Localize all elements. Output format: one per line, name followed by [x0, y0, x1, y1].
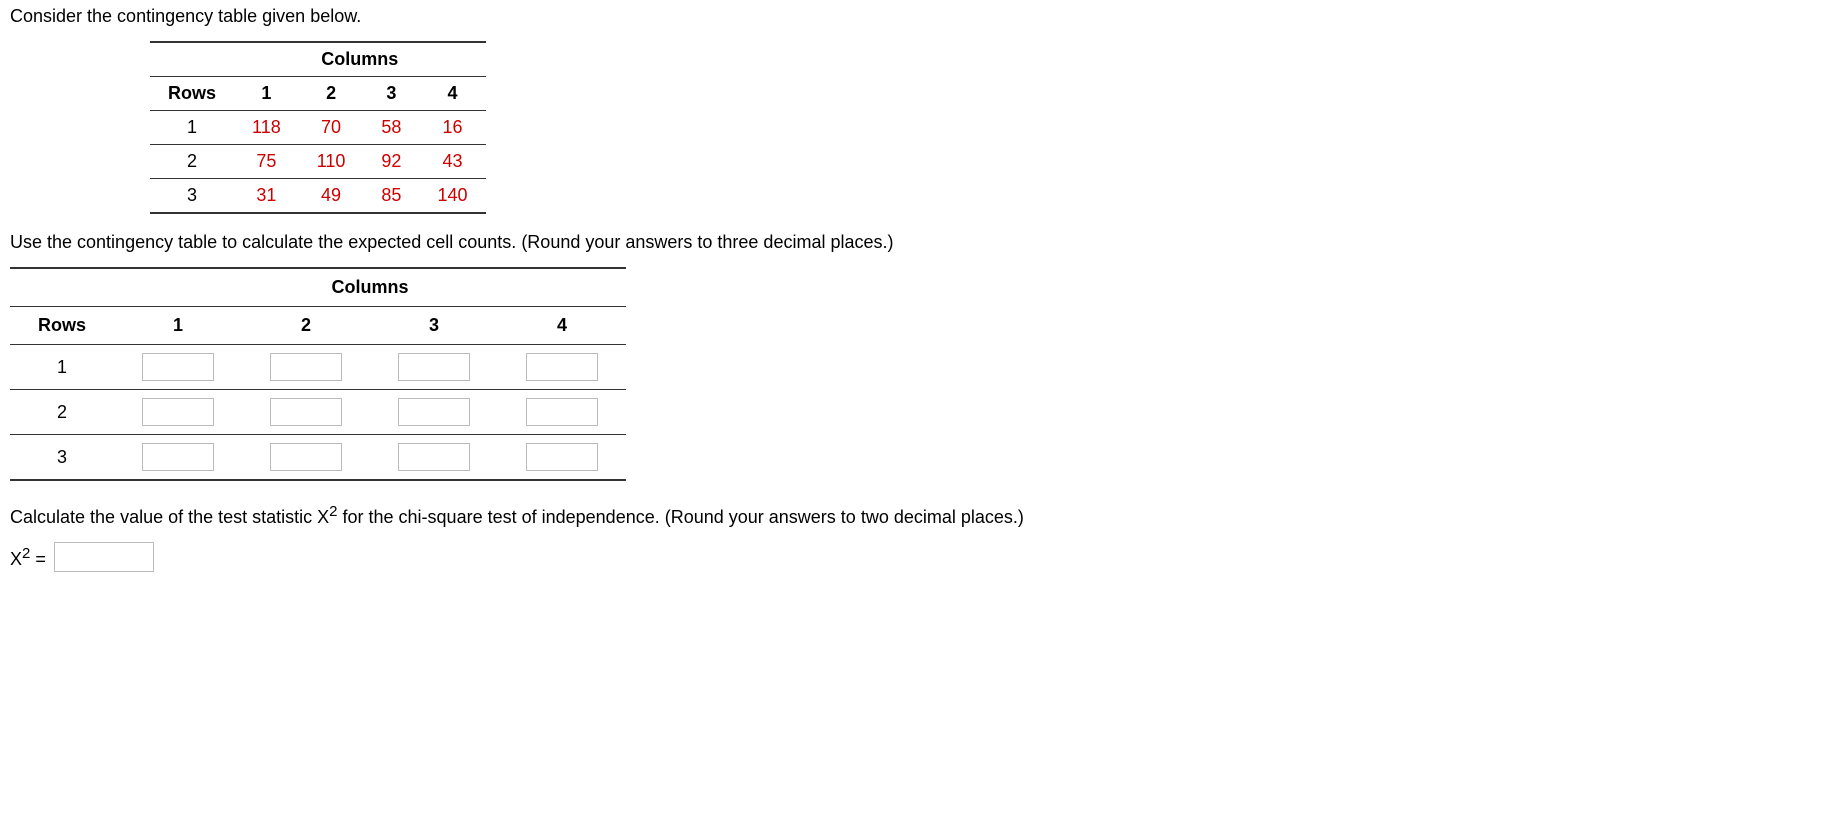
expected-input-r2c2[interactable]	[270, 398, 342, 426]
expected-input-r1c1[interactable]	[142, 353, 214, 381]
col-header-4: 4	[419, 77, 485, 111]
expected-counts-table: Columns Rows 1 2 3 4 1 2 3	[10, 267, 626, 481]
data-cell: 118	[234, 111, 299, 145]
data-cell: 140	[419, 179, 485, 214]
expected-input-r3c4[interactable]	[526, 443, 598, 471]
data-cell: 85	[363, 179, 419, 214]
data-cell: 110	[299, 145, 364, 179]
data-cell: 16	[419, 111, 485, 145]
col-header-1: 1	[234, 77, 299, 111]
chi-square-input[interactable]	[54, 542, 154, 572]
x2-label: X2 =	[10, 545, 46, 570]
data-cell: 70	[299, 111, 364, 145]
row-label: 2	[10, 390, 114, 435]
row-label: 3	[150, 179, 234, 214]
col-header-4: 4	[498, 307, 626, 345]
expected-input-r2c4[interactable]	[526, 398, 598, 426]
col-header-1: 1	[114, 307, 242, 345]
chi-square-instruction: Calculate the value of the test statisti…	[10, 503, 1814, 528]
col-header-2: 2	[299, 77, 364, 111]
data-cell: 92	[363, 145, 419, 179]
expected-input-r1c2[interactable]	[270, 353, 342, 381]
expected-input-r1c3[interactable]	[398, 353, 470, 381]
expected-input-r2c1[interactable]	[142, 398, 214, 426]
expected-input-r1c4[interactable]	[526, 353, 598, 381]
row-label: 3	[10, 435, 114, 481]
rows-label: Rows	[10, 307, 114, 345]
expected-counts-instruction: Use the contingency table to calculate t…	[10, 232, 1814, 253]
expected-input-r3c2[interactable]	[270, 443, 342, 471]
row-label: 1	[150, 111, 234, 145]
intro-text: Consider the contingency table given bel…	[10, 6, 1814, 27]
data-cell: 75	[234, 145, 299, 179]
data-cell: 43	[419, 145, 485, 179]
col-header-3: 3	[363, 77, 419, 111]
col-header-3: 3	[370, 307, 498, 345]
rows-label: Rows	[150, 77, 234, 111]
chi-square-answer-row: X2 =	[10, 542, 1814, 572]
row-label: 1	[10, 345, 114, 390]
col-header-2: 2	[242, 307, 370, 345]
data-cell: 31	[234, 179, 299, 214]
columns-label: Columns	[234, 42, 485, 77]
data-cell: 58	[363, 111, 419, 145]
contingency-table: Columns Rows 1 2 3 4 1 118 70 58 16 2 75…	[150, 41, 486, 214]
expected-input-r3c1[interactable]	[142, 443, 214, 471]
expected-input-r2c3[interactable]	[398, 398, 470, 426]
columns-label: Columns	[114, 268, 626, 307]
row-label: 2	[150, 145, 234, 179]
data-cell: 49	[299, 179, 364, 214]
expected-input-r3c3[interactable]	[398, 443, 470, 471]
